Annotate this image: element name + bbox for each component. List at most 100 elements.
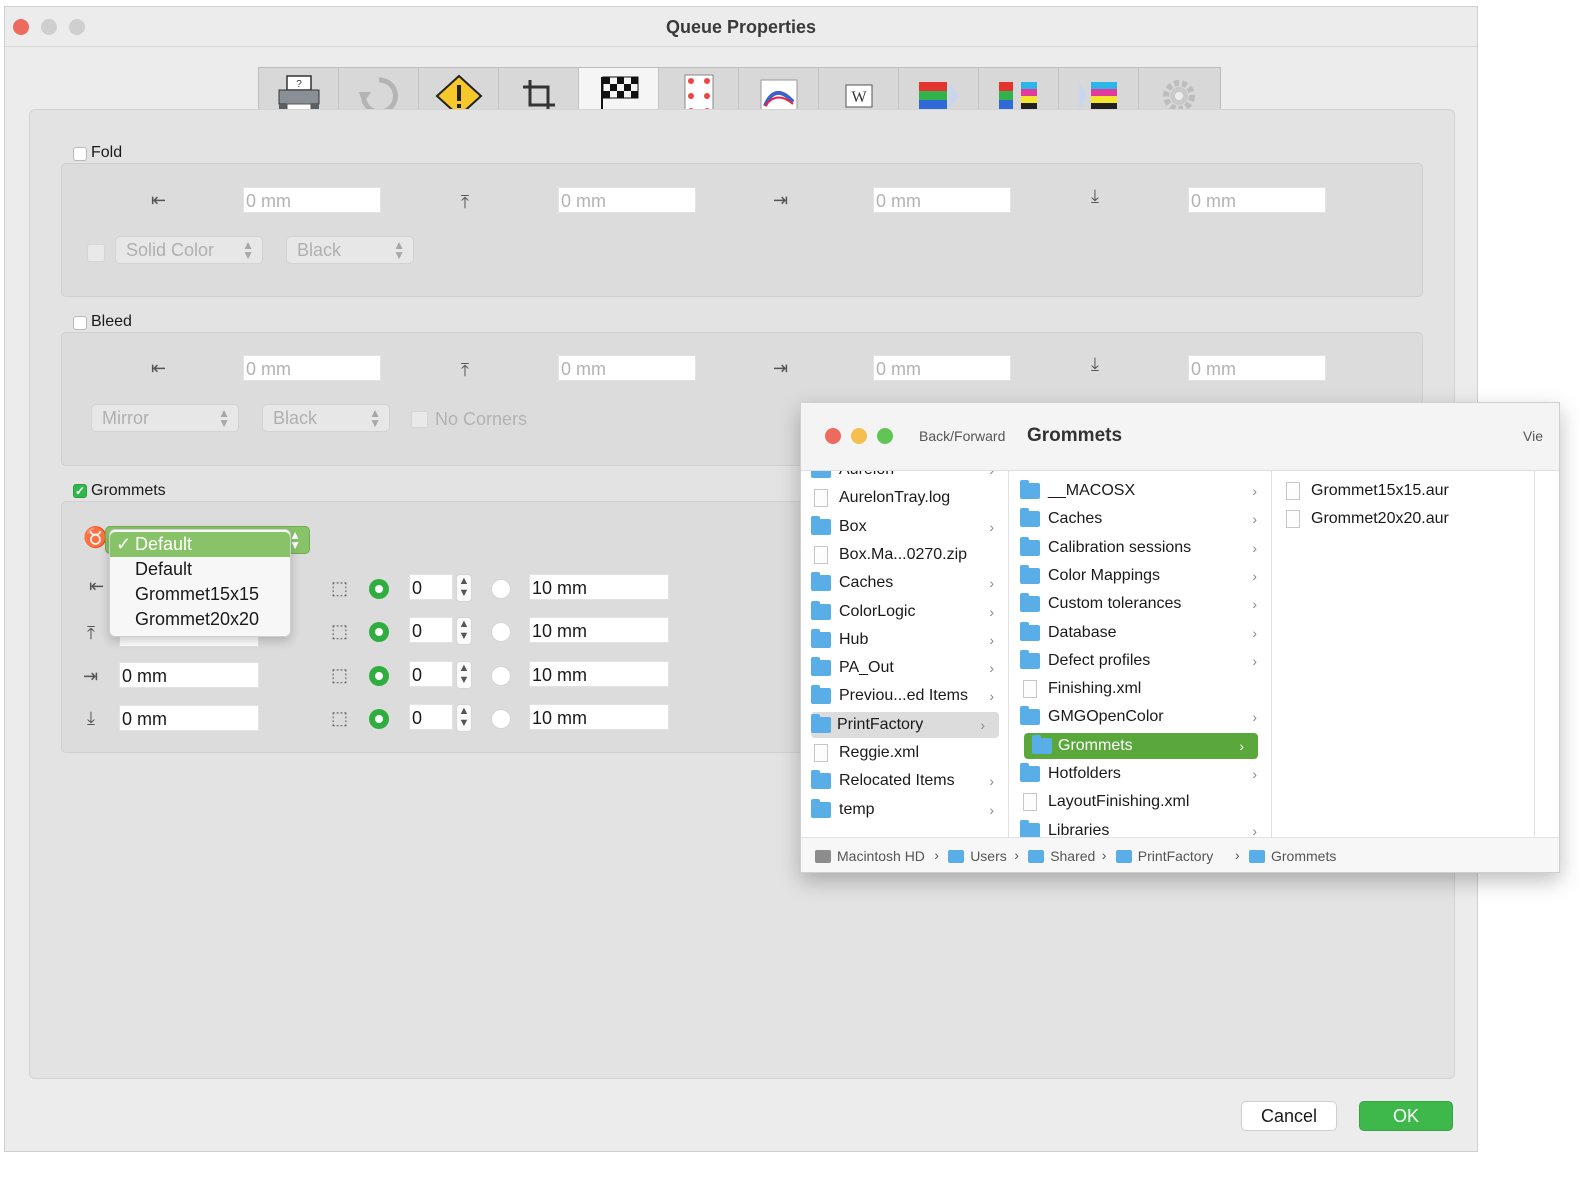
finder-item[interactable]: Caches › [1010,506,1271,532]
distance-radio[interactable] [491,709,511,729]
popup-arrows-icon: ▲ ▼ [393,238,405,262]
back-forward-button[interactable]: Back/Forward [919,428,1005,444]
count-stepper[interactable]: ▲ ▼ [456,574,472,602]
count-stepper[interactable]: ▲ ▼ [456,617,472,645]
finder-item[interactable]: Libraries › [1010,818,1271,837]
close-window-button[interactable] [825,428,841,444]
finder-item[interactable]: Finishing.xml [1010,676,1271,702]
finder-item[interactable]: Hub › [801,627,1008,653]
finder-item[interactable]: Box › [801,514,1008,540]
fold-top-field[interactable]: 0 mm [558,187,696,213]
finder-item[interactable]: Grommet20x20.aur [1273,506,1534,532]
finder-item[interactable]: Caches › [801,570,1008,596]
bleed-top-field[interactable]: 0 mm [558,355,696,381]
bleed-left-field[interactable]: 0 mm [243,355,381,381]
chevron-right-icon: › [989,688,994,705]
finder-item[interactable]: Custom tolerances › [1010,591,1271,617]
count-field[interactable]: 0 [409,661,453,687]
right-margin-icon: ⇥ [83,666,99,686]
count-field[interactable]: 0 [409,704,453,730]
chevron-right-icon: › [1252,567,1257,584]
fold-left-field[interactable]: 0 mm [243,187,381,213]
path-segment[interactable]: PrintFactory [1138,848,1213,864]
finder-item[interactable]: Grommet15x15.aur [1273,478,1534,504]
finder-item[interactable]: PrintFactory › [811,711,999,738]
folder-icon [1020,564,1040,584]
fold-line-checkbox[interactable] [87,244,105,262]
view-button[interactable]: Vie [1523,428,1543,444]
finder-item[interactable]: __MACOSX › [1010,478,1271,504]
count-field[interactable]: 0 [409,574,453,600]
path-segment[interactable]: Grommets [1271,848,1336,864]
count-radio[interactable] [369,709,389,729]
bleed-right-field[interactable]: 0 mm [873,355,1011,381]
finder-item[interactable]: Defect profiles › [1010,648,1271,674]
bleed-mode-popup[interactable]: Mirror ▲ ▼ [91,404,239,432]
cancel-button[interactable]: Cancel [1241,1101,1337,1131]
folder-icon [1020,819,1040,837]
grommets-checkbox[interactable]: ✓ [73,484,87,498]
finder-item[interactable]: LayoutFinishing.xml [1010,789,1271,815]
finder-item-label: Finishing.xml [1048,680,1142,698]
menu-item-selected[interactable]: ✓ Default [110,532,290,557]
count-radio[interactable] [369,579,389,599]
finder-item[interactable]: AurelonTray.log [801,485,1008,511]
finder-item[interactable]: Grommets › [1024,732,1258,759]
chevron-right-icon: › [1252,766,1257,782]
finder-item[interactable]: PA_Out › [801,655,1008,681]
distance-field[interactable]: 10 mm [529,574,669,600]
no-corners-checkbox[interactable] [411,411,428,428]
zoom-window-button[interactable] [877,428,893,444]
distance-radio[interactable] [491,622,511,642]
count-radio[interactable] [369,622,389,642]
grommet-bottom-margin-field[interactable]: 0 mm [119,705,259,731]
right-margin-icon: ⇥ [773,358,789,378]
distance-field[interactable]: 10 mm [529,704,669,730]
bleed-checkbox[interactable] [73,316,87,330]
menu-item-grommet15x15[interactable]: Grommet15x15 [110,582,290,607]
menu-item-label: Grommet20x20 [135,609,260,629]
finder-item[interactable]: Color Mappings › [1010,563,1271,589]
finder-item-label: Defect profiles [1048,651,1151,669]
finder-item[interactable]: GMGOpenColor › [1010,704,1271,730]
path-segment[interactable]: Shared [1050,848,1095,864]
finder-item[interactable]: Hotfolders › [1010,761,1271,787]
fold-bottom-field[interactable]: 0 mm [1188,187,1326,213]
fold-right-field[interactable]: 0 mm [873,187,1011,213]
distance-radio[interactable] [491,579,511,599]
finder-item[interactable]: Database › [1010,620,1271,646]
finder-item-label: Grommet20x20.aur [1311,510,1449,528]
count-field[interactable]: 0 [409,617,453,643]
count-stepper[interactable]: ▲ ▼ [456,704,472,732]
minimize-window-button[interactable] [851,428,867,444]
fold-checkbox[interactable] [73,147,87,161]
finder-item-label: Calibration sessions [1048,538,1192,556]
menu-item-grommet20x20[interactable]: Grommet20x20 [110,607,290,632]
bleed-color-popup[interactable]: Black ▲ ▼ [262,404,390,432]
path-segment[interactable]: Macintosh HD [837,848,925,864]
fold-style-popup[interactable]: Solid Color ▲ ▼ [115,236,263,264]
fold-color-popup[interactable]: Black ▲ ▼ [286,236,414,264]
popup-arrows-icon: ▲ ▼ [218,406,230,430]
finder-item[interactable]: Aurelon › [801,471,1008,483]
finder-item[interactable]: Previou...ed Items › [801,683,1008,709]
folder-icon [1028,850,1045,863]
bleed-bottom-field[interactable]: 0 mm [1188,355,1326,381]
finder-item[interactable]: temp › [801,797,1008,823]
finder-item[interactable]: Reggie.xml [801,740,1008,766]
path-segment[interactable]: Users [970,848,1007,864]
finder-item[interactable]: ColorLogic › [801,599,1008,625]
distance-field[interactable]: 10 mm [529,617,669,643]
chevron-right-icon: › [989,773,994,790]
folder-icon [811,685,831,705]
count-radio[interactable] [369,666,389,686]
finder-item[interactable]: Calibration sessions › [1010,535,1271,561]
finder-item[interactable]: Box.Ma...0270.zip [801,542,1008,568]
distance-field[interactable]: 10 mm [529,661,669,687]
finder-item[interactable]: Relocated Items › [801,768,1008,794]
grommet-right-margin-field[interactable]: 0 mm [119,662,259,688]
ok-button[interactable]: OK [1359,1101,1453,1131]
menu-item-default[interactable]: Default [110,557,290,582]
count-stepper[interactable]: ▲ ▼ [456,661,472,689]
distance-radio[interactable] [491,666,511,686]
